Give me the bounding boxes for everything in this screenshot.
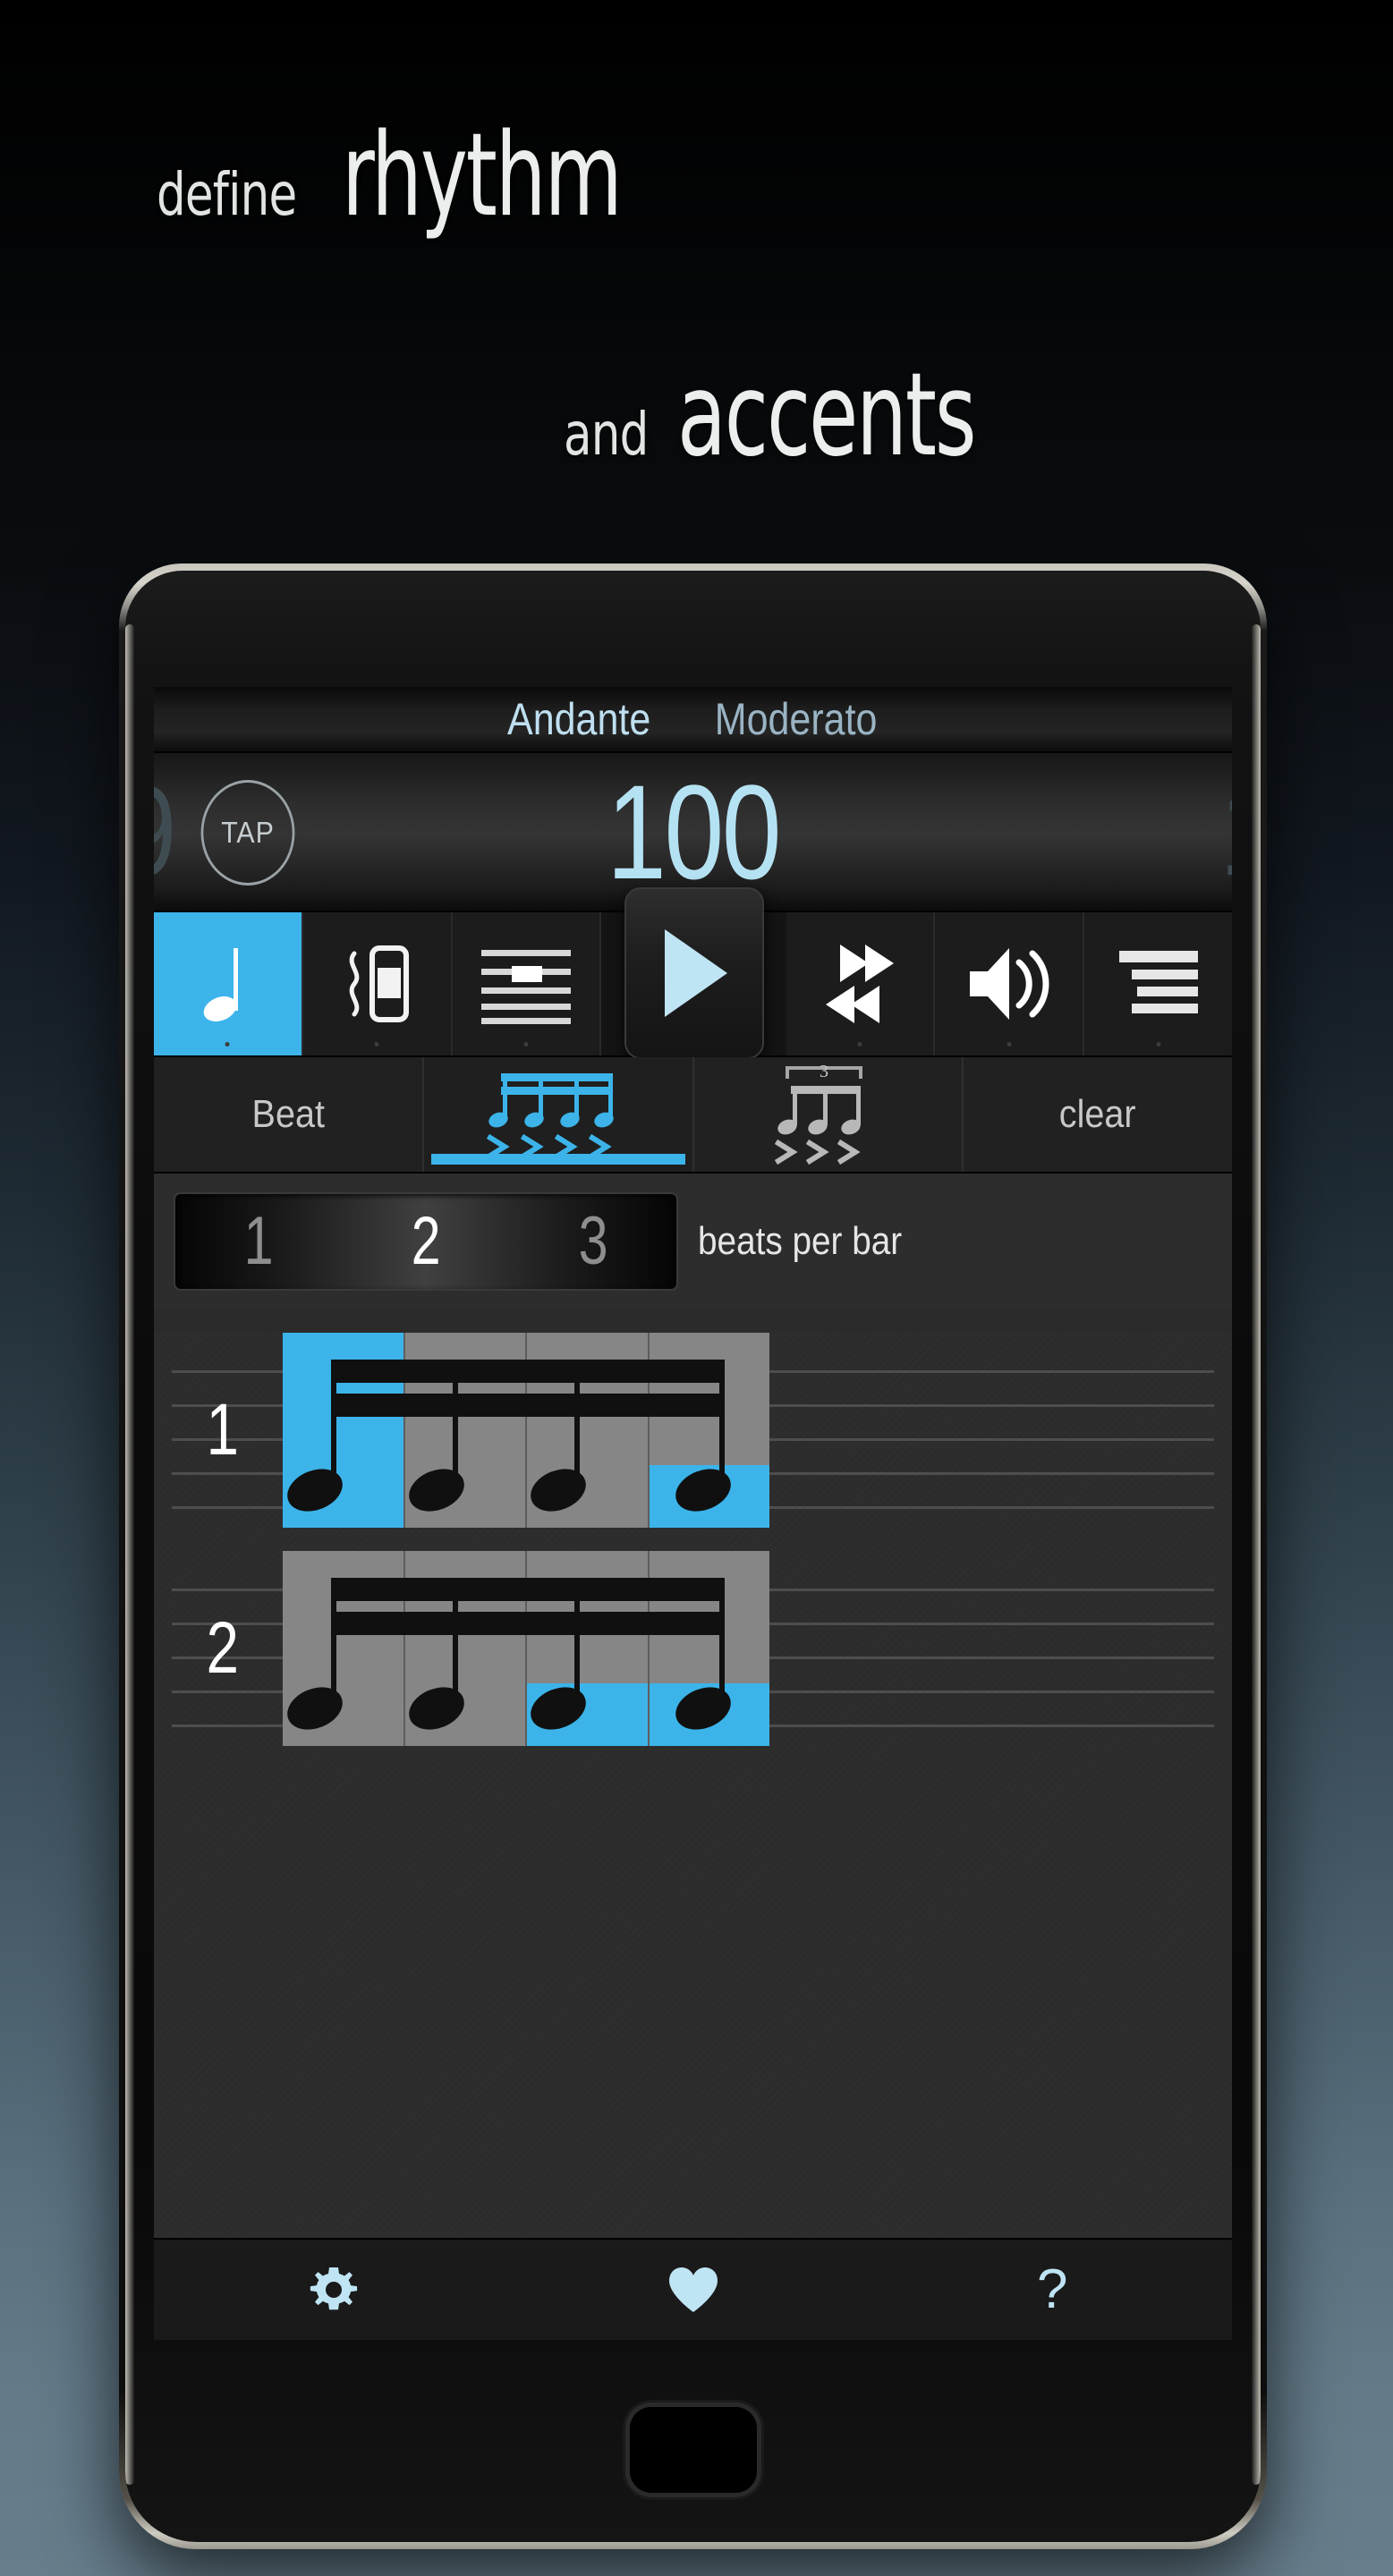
- toolbar-button-vibration[interactable]: [302, 912, 453, 1055]
- triplet-notes-accents-icon: 3: [775, 1064, 863, 1165]
- staff-lines-icon: [481, 950, 572, 1024]
- sixteenth-notes-accents-icon: [486, 1073, 614, 1160]
- rhythm-editor: 1 2: [154, 1333, 1232, 2315]
- toolbar-button-speed-trainer[interactable]: [786, 912, 936, 1055]
- question-mark-icon: ?: [1036, 2258, 1068, 2320]
- rhythm-cell[interactable]: [404, 1551, 527, 1746]
- tab-clear[interactable]: clear: [964, 1057, 1232, 1172]
- toolbar-indicator-dot: [523, 1042, 529, 1046]
- rhythm-row-number: 1: [206, 1389, 240, 1470]
- quarter-note-icon: [204, 948, 239, 1021]
- tap-tempo-label: TAP: [221, 816, 275, 849]
- tab-selected-underline: [430, 1154, 685, 1165]
- svg-text:3: 3: [820, 1064, 828, 1081]
- play-button[interactable]: [624, 887, 764, 1059]
- beats-per-bar-picker[interactable]: 1 2 3: [174, 1192, 678, 1291]
- toolbar-indicator-dot: [374, 1042, 379, 1046]
- phone-edge-left: [125, 624, 134, 2485]
- rhythm-row-cells: [283, 1551, 769, 1746]
- rhythm-row-beat-2: 2: [154, 1551, 1232, 1746]
- play-icon: [664, 929, 727, 1017]
- beats-per-bar-option-1[interactable]: 1: [244, 1208, 274, 1275]
- toolbar-button-volume[interactable]: [935, 912, 1085, 1055]
- rhythm-cell[interactable]: [649, 1551, 769, 1746]
- app-screen: Andante Moderato 9 10 100 TAP: [154, 687, 1232, 2340]
- speed-trainer-icon: [825, 945, 894, 1023]
- tab-triplet-notes[interactable]: 3: [693, 1057, 964, 1172]
- tab-clear-label: clear: [1059, 1092, 1137, 1136]
- tab-sixteenth-notes[interactable]: [423, 1057, 694, 1172]
- phone-edge-right: [1252, 624, 1261, 2485]
- rhythm-cell[interactable]: [283, 1551, 405, 1746]
- gear-icon: [310, 2267, 357, 2310]
- toolbar-button-time-signature[interactable]: [452, 912, 602, 1055]
- beats-per-bar-row: 1 2 3 beats per bar: [154, 1174, 1232, 1309]
- heart-icon: [668, 2267, 718, 2312]
- rhythm-row-beat-1: 1: [154, 1333, 1232, 1528]
- rhythm-cell[interactable]: [527, 1333, 650, 1528]
- rhythm-row-cells: [283, 1333, 769, 1528]
- toolbar-button-setlist[interactable]: [1084, 912, 1232, 1055]
- nav-button-help[interactable]: ?: [872, 2262, 1232, 2318]
- toolbar-indicator-dot: [1156, 1042, 1161, 1046]
- toolbar-indicator-dot: [225, 1042, 230, 1046]
- home-button[interactable]: [629, 2407, 757, 2493]
- tempo-marking-bar[interactable]: Andante Moderato: [154, 687, 1232, 753]
- phone-bezel: Andante Moderato 9 10 100 TAP: [125, 571, 1261, 2542]
- tab-beat[interactable]: Beat: [154, 1057, 424, 1172]
- rhythm-cell[interactable]: [527, 1551, 650, 1746]
- toolbar-indicator-dot: [857, 1042, 862, 1046]
- nav-button-favorites[interactable]: [514, 2266, 873, 2314]
- bpm-current-value: 100: [606, 757, 781, 907]
- beats-per-bar-option-3[interactable]: 3: [578, 1208, 607, 1275]
- subdivision-tab-bar: Beat 3 clear: [154, 1057, 1232, 1174]
- beats-per-bar-label: beats per bar: [698, 1219, 903, 1263]
- nav-button-settings[interactable]: [154, 2264, 514, 2316]
- tempo-marking-next: Moderato: [714, 694, 878, 744]
- list-icon: [1118, 951, 1198, 1013]
- toolbar-button-play-wrapper: [601, 887, 786, 1059]
- toolbar-indicator-dot: [1007, 1042, 1012, 1046]
- beats-per-bar-option-2-selected[interactable]: 2: [411, 1208, 440, 1275]
- tempo-marking-current: Andante: [506, 694, 650, 744]
- rhythm-cell[interactable]: [404, 1333, 527, 1528]
- rhythm-cell[interactable]: [283, 1333, 405, 1528]
- rhythm-cell[interactable]: [649, 1333, 769, 1528]
- phone-device-frame: Andante Moderato 9 10 100 TAP: [119, 564, 1267, 2549]
- toolbar-button-note-value[interactable]: [154, 912, 303, 1055]
- tab-beat-label: Beat: [251, 1092, 325, 1136]
- bottom-navigation-bar: ?: [154, 2238, 1232, 2340]
- tap-tempo-button[interactable]: TAP: [200, 780, 295, 886]
- rhythm-row-number: 2: [206, 1607, 240, 1689]
- main-toolbar: [154, 887, 1232, 1059]
- vibration-icon: [349, 945, 410, 1022]
- speaker-icon: [969, 948, 1049, 1020]
